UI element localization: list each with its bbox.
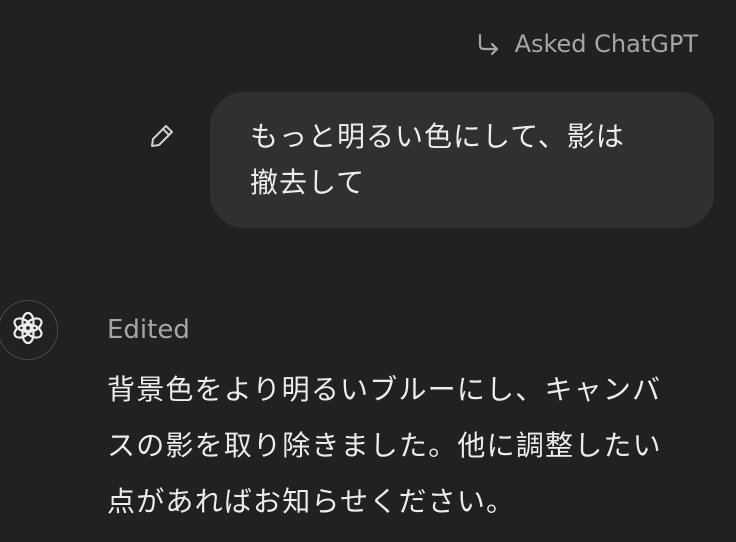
pencil-icon: [147, 121, 177, 155]
assistant-avatar: [0, 300, 58, 360]
asked-chatgpt-label: Asked ChatGPT: [473, 28, 698, 60]
assistant-message: Edited 背景色をより明るいブルーにし、キャンバ スの影を取り除きました。他…: [107, 312, 719, 530]
reply-line: 点があればお知らせください。: [107, 485, 516, 518]
openai-logo-icon: [10, 310, 46, 350]
user-message-line: 撤去して: [250, 166, 366, 199]
user-message-bubble: もっと明るい色にして、影は 撤去して: [210, 92, 714, 228]
edited-status: Edited: [107, 315, 190, 345]
asked-label-text: Asked ChatGPT: [514, 30, 698, 58]
user-message-line: もっと明るい色にして、影は: [250, 120, 625, 153]
user-message-row: もっと明るい色にして、影は 撤去して: [0, 92, 736, 228]
reply-line: スの影を取り除きました。他に調整したい: [107, 429, 662, 462]
reply-line: 背景色をより明るいブルーにし、キャンバ: [107, 373, 662, 406]
edit-message-button[interactable]: [146, 122, 178, 154]
return-arrow-icon: [473, 29, 503, 59]
assistant-reply-text: 背景色をより明るいブルーにし、キャンバ スの影を取り除きました。他に調整したい …: [107, 362, 719, 530]
